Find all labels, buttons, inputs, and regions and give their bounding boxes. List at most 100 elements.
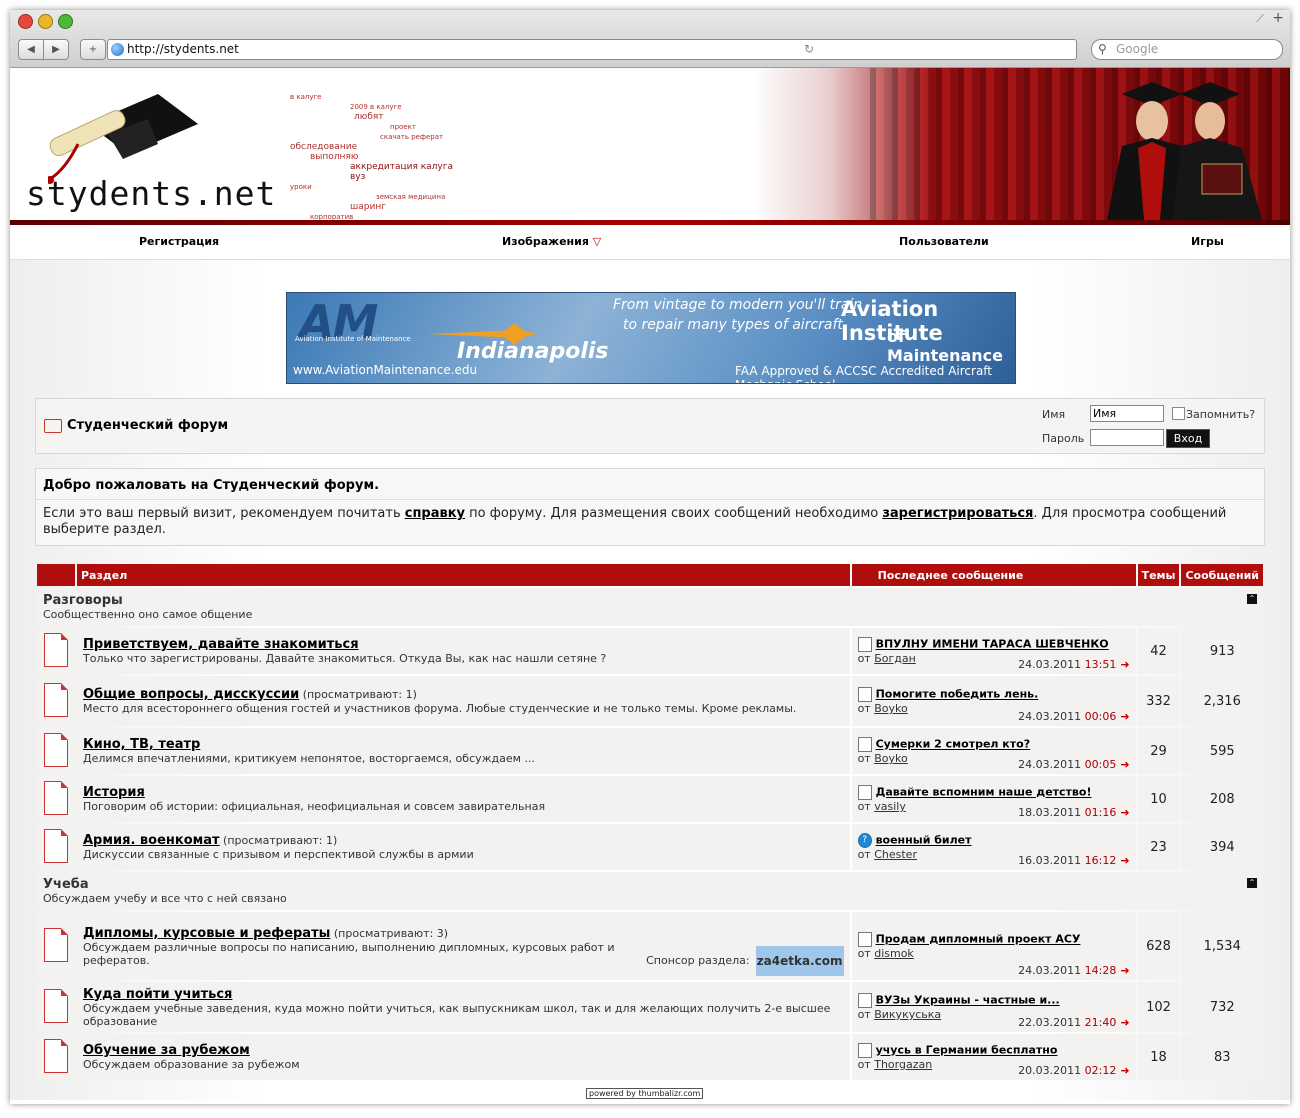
- time: 14:28: [1084, 964, 1117, 977]
- last-post-title[interactable]: Сумерки 2 смотрел кто?: [876, 738, 1031, 751]
- close-window-button[interactable]: [18, 14, 33, 29]
- new-tab-icon[interactable]: +: [1272, 10, 1284, 26]
- author-link[interactable]: Boyko: [874, 702, 908, 715]
- register-link[interactable]: зарегистрироваться: [882, 506, 1033, 521]
- username-input[interactable]: [1090, 405, 1164, 422]
- tag[interactable]: проект: [290, 122, 460, 132]
- author-link[interactable]: Boyko: [874, 752, 908, 765]
- minimize-window-button[interactable]: [38, 14, 53, 29]
- go-to-post-icon[interactable]: ➜: [1120, 710, 1129, 723]
- author-link[interactable]: vasily: [874, 800, 906, 813]
- forum-name-link[interactable]: Общие вопросы, дисскуссии: [83, 687, 299, 702]
- last-post-title[interactable]: военный билет: [876, 834, 972, 847]
- author-link[interactable]: Thorgazan: [874, 1058, 932, 1071]
- go-to-post-icon[interactable]: ➜: [1120, 758, 1129, 771]
- forum-description: Только что зарегистрированы. Давайте зна…: [83, 652, 607, 665]
- tag[interactable]: шаринг: [290, 202, 460, 212]
- by-label: от: [857, 947, 875, 960]
- last-post-title[interactable]: Давайте вспомним наше детство!: [876, 786, 1092, 799]
- last-post-cell: ? военный билет от Chester 16.03.2011 16:12…: [851, 824, 1136, 870]
- post-icon: [857, 637, 872, 652]
- ad-banner[interactable]: AM Aviation Institute of Maintenance Fro…: [286, 292, 1016, 384]
- password-input[interactable]: [1090, 429, 1164, 446]
- last-post-title[interactable]: учусь в Германии бесплатно: [876, 1044, 1058, 1057]
- back-button[interactable]: ◀: [18, 39, 44, 60]
- nav-registration[interactable]: Регистрация: [139, 235, 219, 248]
- go-to-post-icon[interactable]: ➜: [1120, 658, 1129, 671]
- last-post-title[interactable]: ВПУЛНУ ИМЕНИ ТАРАСА ШЕВЧЕНКО: [876, 638, 1109, 651]
- remember-label: Запомнить?: [1186, 408, 1256, 421]
- date: 20.03.2011: [1018, 1064, 1082, 1077]
- author-link[interactable]: Богдан: [874, 652, 916, 665]
- add-bookmark-button[interactable]: +: [80, 39, 106, 60]
- nav-images[interactable]: Изображения ▽: [502, 235, 601, 248]
- globe-icon: [111, 43, 124, 56]
- category-name[interactable]: Учеба: [43, 877, 1257, 892]
- forum-status-icon: [44, 927, 68, 962]
- remember-checkbox[interactable]: [1172, 407, 1185, 420]
- forum-name-link[interactable]: История: [83, 785, 145, 800]
- go-to-post-icon[interactable]: ➜: [1120, 854, 1129, 867]
- forum-name-link[interactable]: Кино, ТВ, театр: [83, 737, 200, 752]
- collapse-icon[interactable]: ⌃: [1247, 594, 1257, 604]
- sponsor-logo[interactable]: za4etka.com: [755, 946, 844, 976]
- tag[interactable]: корпоратив: [290, 212, 460, 222]
- table-header-row: Раздел Последнее сообщение Темы Сообщени…: [37, 564, 1263, 586]
- forum-description: Делимся впечатлениями, критикуем непонят…: [83, 752, 535, 765]
- post-icon: [857, 737, 872, 752]
- posts-count: 208: [1181, 776, 1263, 822]
- tag[interactable]: любят: [290, 112, 460, 122]
- header-section: Раздел: [77, 564, 850, 586]
- tag[interactable]: в калуге: [290, 92, 460, 102]
- last-post-title[interactable]: Помогите победить лень.: [876, 688, 1039, 701]
- forward-button[interactable]: ▶: [43, 39, 69, 60]
- forum-info-cell: Приветствуем, давайте знакомиться Только …: [77, 628, 850, 674]
- thumbalizr-badge[interactable]: powered by thumbalizr.com: [586, 1088, 704, 1099]
- date: 18.03.2011: [1018, 806, 1082, 819]
- last-post-title[interactable]: Продам дипломный проект АСУ: [876, 933, 1081, 946]
- zoom-window-button[interactable]: [58, 14, 73, 29]
- go-to-post-icon[interactable]: ➜: [1120, 806, 1129, 819]
- collapse-icon[interactable]: ⌃: [1247, 878, 1257, 888]
- chevron-down-icon: ▽: [592, 235, 602, 248]
- site-logo[interactable]: stydents.net: [26, 174, 276, 213]
- browser-window: ⟋ + ◀ ▶ + http://stydents.net ↻ ⚲ Google…: [10, 10, 1290, 1104]
- author-link[interactable]: Chester: [874, 848, 917, 861]
- forum-name-link[interactable]: Приветствуем, давайте знакомиться: [83, 637, 359, 652]
- forum-title[interactable]: Студенческий форум: [67, 418, 228, 433]
- url-text[interactable]: http://stydents.net: [127, 40, 239, 59]
- tag[interactable]: уроки: [290, 182, 460, 192]
- tag[interactable]: выполняю: [290, 152, 460, 162]
- forum-row: История Поговорим об истории: официальная…: [37, 776, 1263, 822]
- forum-name-link[interactable]: Обучение за рубежом: [83, 1043, 250, 1058]
- tag[interactable]: скачать реферат: [290, 132, 460, 142]
- tag[interactable]: аккредитация калуга вуз: [290, 162, 460, 182]
- forum-name-link[interactable]: Дипломы, курсовые и рефераты: [83, 926, 330, 941]
- browser-toolbar: ⟋ + ◀ ▶ + http://stydents.net ↻ ⚲ Google: [10, 10, 1290, 68]
- last-post-title[interactable]: ВУЗы Украины - частные и...: [876, 994, 1060, 1007]
- welcome-text-part: по форуму. Для размещения своих сообщени…: [465, 506, 883, 521]
- nav-games[interactable]: Игры: [1191, 235, 1224, 248]
- nav-users[interactable]: Пользователи: [899, 235, 989, 248]
- author-link[interactable]: dismok: [874, 947, 914, 960]
- tag[interactable]: обследование: [290, 142, 460, 152]
- author-link[interactable]: Викукуська: [874, 1008, 941, 1021]
- reload-icon[interactable]: ↻: [804, 40, 814, 59]
- tag[interactable]: земская медицина: [290, 192, 460, 202]
- forum-description: Поговорим об истории: официальная, неофи…: [83, 800, 546, 813]
- forum-name-link[interactable]: Армия. военкомат: [83, 833, 220, 848]
- go-to-post-icon[interactable]: ➜: [1120, 1064, 1129, 1077]
- go-to-post-icon[interactable]: ➜: [1120, 1016, 1129, 1029]
- forum-row: Армия. военкомат (просматривают: 1) Диску…: [37, 824, 1263, 870]
- search-field[interactable]: ⚲ Google: [1091, 39, 1283, 60]
- forum-name-link[interactable]: Куда пойти учиться: [83, 987, 232, 1002]
- category-desc: Обсуждаем учебу и все что с ней связано: [43, 892, 287, 905]
- post-icon: [857, 932, 872, 947]
- category-name[interactable]: Разговоры: [43, 593, 1257, 608]
- login-button[interactable]: Вход: [1166, 429, 1210, 448]
- topics-count: 10: [1137, 776, 1180, 822]
- help-link[interactable]: справку: [405, 506, 465, 521]
- address-bar[interactable]: http://stydents.net ↻: [107, 39, 1077, 60]
- go-to-post-icon[interactable]: ➜: [1120, 964, 1129, 977]
- tag[interactable]: 2009 в калуге: [290, 102, 460, 112]
